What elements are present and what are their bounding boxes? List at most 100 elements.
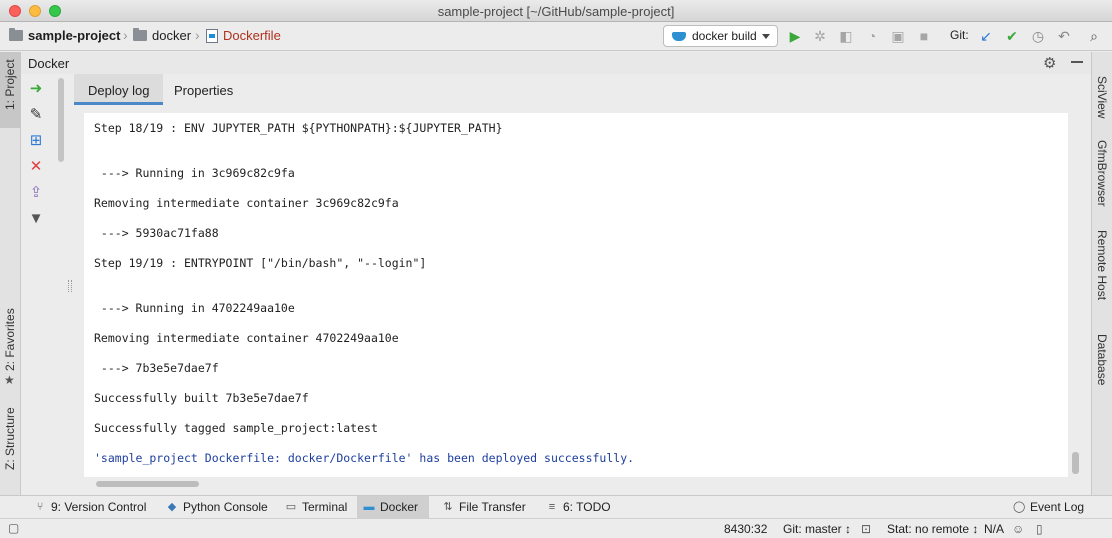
log-line: Step 19/19 : ENTRYPOINT ["/bin/bash", "-… [94,256,427,270]
git-history-icon[interactable]: ◷ [1030,28,1046,44]
inspector-icon[interactable]: ☺ [1012,522,1024,536]
breadcrumb-docker[interactable]: docker [133,28,191,43]
tab-gfmbrowser[interactable]: GfmBrowser [1092,138,1112,218]
right-tool-stripe: SciView GfmBrowser Remote Host Database [1091,52,1112,495]
transfer-icon: ⇅ [443,500,453,513]
breadcrumb-project[interactable]: sample-project [9,28,120,43]
tab-deploy-log[interactable]: Deploy log [74,74,164,105]
minimize-icon[interactable] [1071,61,1083,63]
tab-structure-label: Z: Structure [3,407,17,470]
log-line: ---> 5930ac71fa88 [94,226,219,240]
create-container-icon[interactable]: ⊞ [27,132,45,150]
concurrency-icon[interactable]: ▣ [890,28,906,44]
git-update-icon[interactable]: ↙ [978,28,994,44]
search-icon[interactable]: ⌕ [1086,28,1102,44]
tool-window-title: Docker [28,56,70,71]
terminal-icon: ▭ [285,500,297,513]
title-bar: sample-project [~/GitHub/sample-project] [0,0,1112,22]
log-line: ---> 7b3e5e7dae7f [94,361,219,375]
splitter-grip[interactable] [68,280,72,292]
docker-tool-window-header: Docker ⚙ [21,52,1091,74]
gear-icon[interactable]: ⚙ [1043,54,1056,72]
tree-scrollbar[interactable] [58,78,64,162]
tab-version-control-label: 9: Version Control [51,500,147,514]
tab-file-transfer-label: File Transfer [459,500,526,514]
version-control-icon: ⑂ [36,500,44,513]
filter-icon[interactable]: ▼ [27,210,45,228]
folder-icon [9,28,23,41]
tab-properties[interactable]: Properties [160,74,247,105]
run-icon[interactable]: ▶ [787,28,803,44]
tab-terminal-label: Terminal [302,500,348,514]
log-line: ---> Running in 3c969c82c9fa [94,166,295,180]
tab-todo-label: 6: TODO [563,500,611,514]
navigation-bar: sample-project › docker › Dockerfile doc… [0,22,1112,51]
run-configuration-label: docker build [692,29,757,43]
git-commit-icon[interactable]: ✔ [1004,28,1020,44]
docker-icon: ▬ [363,500,375,513]
profile-icon[interactable]: ◔ [864,28,880,44]
dockerfile-icon [206,28,218,43]
push-image-icon[interactable]: ⇪ [27,184,45,202]
delete-icon[interactable]: ✕ [27,158,45,176]
breadcrumb-dockerfile[interactable]: Dockerfile [206,28,281,43]
tab-project[interactable]: 1: Project [0,52,21,128]
tab-version-control[interactable]: ⑂ 9: Version Control [28,496,152,518]
tab-terminal[interactable]: ▭ Terminal [279,496,353,518]
toggle-tool-windows-icon[interactable]: ▢ [8,521,19,535]
left-tool-stripe: 1: Project 2: Favorites ★ Z: Structure [0,52,21,495]
log-line: Successfully tagged sample_project:lates… [94,421,378,435]
docker-action-toolbar: ➜ ✎ ⊞ ✕ ⇪ ▼ [21,74,51,495]
log-line: Step 18/19 : ENV JUPYTER_PATH ${PYTHONPA… [94,121,503,135]
tab-sciview[interactable]: SciView [1092,74,1112,144]
tab-favorites[interactable]: 2: Favorites ★ [0,307,21,387]
tab-docker[interactable]: ▬ Docker [357,496,429,518]
log-line: Removing intermediate container 4702249a… [94,331,399,345]
breadcrumb-dockerfile-label: Dockerfile [223,28,281,43]
tab-remote-host-label: Remote Host [1095,230,1109,301]
status-bar: ▢ 8430:32 Git: master ↕ ⊡ Stat: no remot… [0,518,1112,538]
lock-icon[interactable]: ⊡ [861,522,871,536]
tab-deploy-log-label: Deploy log [88,83,150,98]
edit-configuration-icon[interactable]: ✎ [27,106,45,124]
star-icon: ★ [4,373,15,387]
git-revert-icon[interactable]: ↶ [1056,28,1072,44]
coverage-icon[interactable]: ◧ [838,28,854,44]
run-configuration-select[interactable]: docker build [663,25,778,47]
log-line-success: 'sample_project Dockerfile: docker/Docke… [94,451,635,465]
log-vertical-scrollbar[interactable] [1072,452,1079,474]
tab-event-log[interactable]: ◯ Event Log [1007,496,1090,518]
breadcrumb-docker-label: docker [152,28,192,43]
stat-widget[interactable]: Stat: no remote ↕ [887,522,978,536]
caret-position[interactable]: 8430:32 [724,522,767,536]
memory-indicator-icon: ▯ [1036,522,1043,536]
tab-file-transfer[interactable]: ⇅ File Transfer [436,496,532,518]
log-horizontal-scrollbar[interactable] [96,481,199,487]
log-line: ---> Running in 4702249aa10e [94,301,295,315]
tab-todo[interactable]: ≡ 6: TODO [540,496,617,518]
tab-python-console[interactable]: ◆ Python Console [160,496,274,518]
tab-structure[interactable]: Z: Structure [0,402,21,492]
debug-icon[interactable]: ✲ [812,28,828,44]
breadcrumb-separator: › [195,27,200,43]
breadcrumb-project-label: sample-project [28,28,121,43]
tab-python-console-label: Python Console [183,500,268,514]
python-icon: ◆ [167,500,177,513]
deploy-icon[interactable]: ➜ [27,80,45,98]
tab-project-label: 1: Project [3,59,17,110]
window-title: sample-project [~/GitHub/sample-project] [437,4,675,19]
breadcrumb-separator: › [123,27,128,43]
log-line: Successfully built 7b3e5e7dae7f [94,391,309,405]
deploy-log-output[interactable]: Step 18/19 : ENV JUPYTER_PATH ${PYTHONPA… [84,113,1068,477]
bottom-tool-tabs: ⑂ 9: Version Control ◆ Python Console ▭ … [0,495,1112,518]
docker-icon [672,31,686,41]
stop-icon[interactable]: ■ [916,28,932,44]
tab-favorites-label: 2: Favorites [3,308,17,371]
tab-remote-host[interactable]: Remote Host [1092,228,1112,313]
folder-icon [133,28,147,41]
interpreter-widget[interactable]: N/A [984,522,1004,536]
git-branch-widget[interactable]: Git: master ↕ [783,522,851,536]
chevron-down-icon [762,34,770,39]
tab-database[interactable]: Database [1092,332,1112,402]
git-label: Git: [950,28,969,42]
